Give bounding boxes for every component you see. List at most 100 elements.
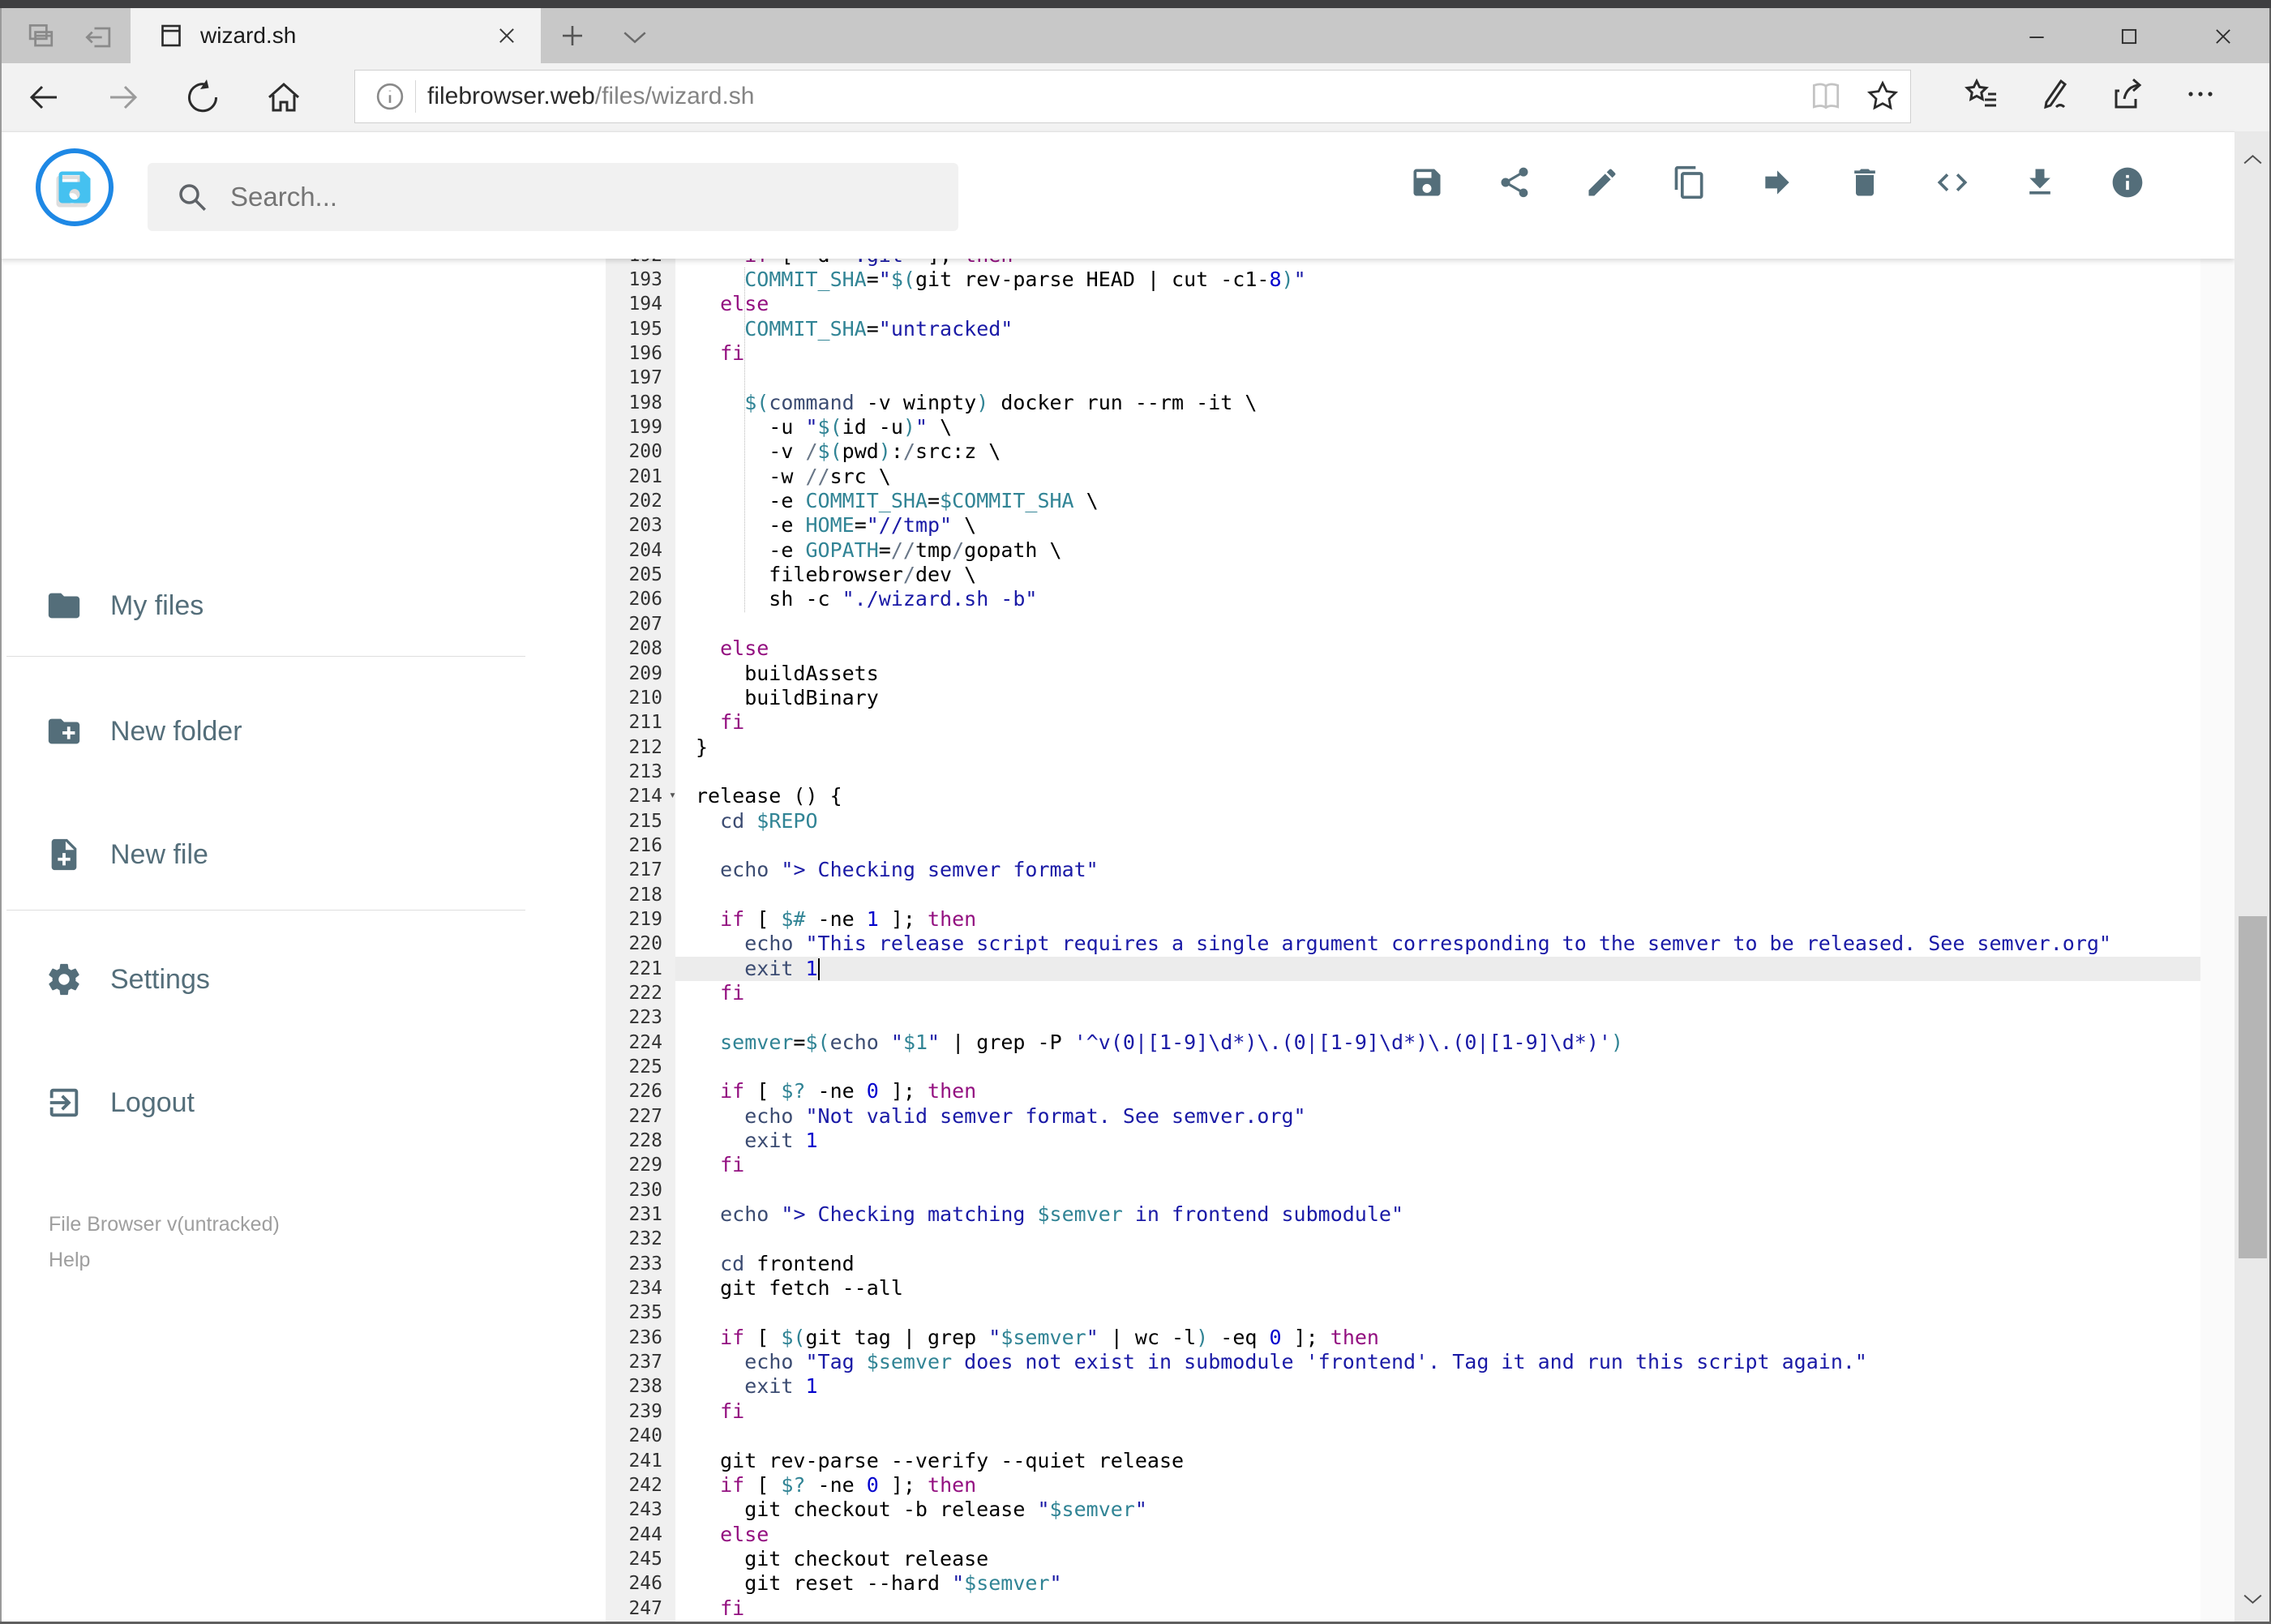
minimize-button[interactable] xyxy=(2012,15,2061,58)
code-text[interactable]: -e COMMIT_SHA=$COMMIT_SHA \ xyxy=(675,489,2200,513)
code-line-236[interactable]: 236 if [ $(git tag | grep "$semver" | wc… xyxy=(606,1326,2200,1350)
code-text[interactable]: fi xyxy=(675,1399,2200,1424)
reading-view-icon[interactable] xyxy=(1808,79,1844,114)
code-line-202[interactable]: 202 -e COMMIT_SHA=$COMMIT_SHA \ xyxy=(606,489,2200,513)
code-line-245[interactable]: 245 git checkout release xyxy=(606,1547,2200,1571)
sidebar-item-settings[interactable]: Settings xyxy=(0,953,568,1005)
code-text[interactable] xyxy=(675,1424,2200,1448)
code-text[interactable]: -v /$(pwd):/src:z \ xyxy=(675,439,2200,464)
hub-favorites-icon[interactable] xyxy=(1962,75,2001,114)
forward-icon[interactable] xyxy=(104,78,143,117)
code-text[interactable]: exit 1 xyxy=(675,1374,2200,1399)
code-text[interactable]: fi xyxy=(675,1596,2200,1621)
code-line-227[interactable]: 227 echo "Not valid semver format. See s… xyxy=(606,1104,2200,1129)
code-line-225[interactable]: 225 xyxy=(606,1055,2200,1079)
code-text[interactable] xyxy=(675,1300,2200,1325)
code-line-229[interactable]: 229 fi xyxy=(606,1153,2200,1177)
site-info-icon[interactable] xyxy=(373,79,407,114)
code-text[interactable] xyxy=(675,1055,2200,1079)
code-text[interactable]: if [ -d ".git" ]; then xyxy=(675,258,2200,268)
code-text[interactable]: semver=$(echo "$1" | grep -P '^v(0|[1-9]… xyxy=(675,1031,2200,1055)
code-line-224[interactable]: 224 semver=$(echo "$1" | grep -P '^v(0|[… xyxy=(606,1031,2200,1055)
code-line-246[interactable]: 246 git reset --hard "$semver" xyxy=(606,1571,2200,1596)
code-line-204[interactable]: 204 -e GOPATH=//tmp/gopath \ xyxy=(606,538,2200,563)
help-link[interactable]: Help xyxy=(49,1249,90,1272)
code-text[interactable]: echo "> Checking semver format" xyxy=(675,858,2200,882)
code-text[interactable]: echo "Not valid semver format. See semve… xyxy=(675,1104,2200,1129)
code-text[interactable]: else xyxy=(675,292,2200,316)
code-text[interactable]: git checkout -b release "$semver" xyxy=(675,1498,2200,1522)
code-text[interactable]: buildAssets xyxy=(675,662,2200,686)
code-line-220[interactable]: 220 echo "This release script requires a… xyxy=(606,932,2200,956)
code-line-205[interactable]: 205 filebrowser/dev \ xyxy=(606,563,2200,587)
code-line-247[interactable]: 247 fi xyxy=(606,1596,2200,1621)
code-text[interactable]: fi xyxy=(675,981,2200,1005)
code-line-243[interactable]: 243 git checkout -b release "$semver" xyxy=(606,1498,2200,1522)
code-line-195[interactable]: 195 COMMIT_SHA="untracked" xyxy=(606,317,2200,341)
sidebar-item-my-files[interactable]: My files xyxy=(0,580,568,632)
back-icon[interactable] xyxy=(24,78,63,117)
code-line-233[interactable]: 233 cd frontend xyxy=(606,1252,2200,1276)
code-text[interactable]: COMMIT_SHA="$(git rev-parse HEAD | cut -… xyxy=(675,268,2200,292)
browser-tab-wizard-sh[interactable]: wizard.sh xyxy=(131,8,541,63)
code-line-215[interactable]: 215 cd $REPO xyxy=(606,809,2200,833)
copy-button[interactable] xyxy=(1672,165,1708,200)
search-box[interactable] xyxy=(148,163,958,231)
info-button[interactable] xyxy=(2110,165,2145,200)
code-text[interactable]: git reset --hard "$semver" xyxy=(675,1571,2200,1596)
code-line-206[interactable]: 206 sh -c "./wizard.sh -b" xyxy=(606,587,2200,611)
scroll-up-icon[interactable] xyxy=(2240,148,2265,173)
code-line-210[interactable]: 210 buildBinary xyxy=(606,686,2200,710)
tabs-set-aside-icon[interactable] xyxy=(81,19,117,55)
code-text[interactable]: fi xyxy=(675,1153,2200,1177)
code-line-235[interactable]: 235 xyxy=(606,1300,2200,1325)
code-line-226[interactable]: 226 if [ $? -ne 0 ]; then xyxy=(606,1079,2200,1103)
code-text[interactable] xyxy=(675,833,2200,858)
code-text[interactable]: else xyxy=(675,1523,2200,1547)
file-browser-logo[interactable] xyxy=(36,148,114,226)
close-tab-icon[interactable] xyxy=(495,24,518,47)
code-editor[interactable]: 192 if [ -d ".git" ]; then193 COMMIT_SHA… xyxy=(606,258,2200,1624)
code-text[interactable]: git fetch --all xyxy=(675,1276,2200,1300)
code-text[interactable]: exit 1 xyxy=(675,956,2200,981)
code-line-238[interactable]: 238 exit 1 xyxy=(606,1374,2200,1399)
download-button[interactable] xyxy=(2022,165,2058,200)
code-line-237[interactable]: 237 echo "Tag $semver does not exist in … xyxy=(606,1350,2200,1374)
code-line-222[interactable]: 222 fi xyxy=(606,981,2200,1005)
code-line-212[interactable]: 212} xyxy=(606,735,2200,760)
code-text[interactable]: -u "$(id -u)" \ xyxy=(675,415,2200,439)
code-line-197[interactable]: 197 xyxy=(606,366,2200,390)
code-text[interactable]: if [ $? -ne 0 ]; then xyxy=(675,1473,2200,1498)
code-text[interactable]: else xyxy=(675,636,2200,661)
code-line-193[interactable]: 193 COMMIT_SHA="$(git rev-parse HEAD | c… xyxy=(606,268,2200,292)
code-text[interactable] xyxy=(675,366,2200,390)
code-text[interactable]: if [ $? -ne 0 ]; then xyxy=(675,1079,2200,1103)
code-line-214[interactable]: 214 ▾ release () { xyxy=(606,784,2200,808)
code-line-207[interactable]: 207 xyxy=(606,612,2200,636)
code-line-213[interactable]: 213 xyxy=(606,760,2200,784)
code-text[interactable]: } xyxy=(675,735,2200,760)
code-text[interactable] xyxy=(675,883,2200,907)
code-line-234[interactable]: 234 git fetch --all xyxy=(606,1276,2200,1300)
code-text[interactable]: echo "This release script requires a sin… xyxy=(675,932,2200,956)
set-tabs-aside-icon[interactable] xyxy=(23,19,58,55)
code-line-211[interactable]: 211 fi xyxy=(606,710,2200,735)
code-line-203[interactable]: 203 -e HOME="//tmp" \ xyxy=(606,513,2200,538)
code-text[interactable] xyxy=(675,760,2200,784)
code-line-228[interactable]: 228 exit 1 xyxy=(606,1129,2200,1153)
home-icon[interactable] xyxy=(264,78,303,117)
code-text[interactable]: cd $REPO xyxy=(675,809,2200,833)
code-line-232[interactable]: 232 xyxy=(606,1227,2200,1251)
code-line-216[interactable]: 216 xyxy=(606,833,2200,858)
code-line-217[interactable]: 217 echo "> Checking semver format" xyxy=(606,858,2200,882)
code-text[interactable]: fi xyxy=(675,710,2200,735)
code-line-199[interactable]: 199 -u "$(id -u)" \ xyxy=(606,415,2200,439)
code-text[interactable]: -e HOME="//tmp" \ xyxy=(675,513,2200,538)
favorite-star-icon[interactable] xyxy=(1865,79,1900,114)
code-text[interactable]: -w //src \ xyxy=(675,465,2200,489)
share-button[interactable] xyxy=(1497,165,1532,200)
more-ellipsis-icon[interactable] xyxy=(2181,75,2220,114)
code-line-221[interactable]: 221 exit 1 xyxy=(606,956,2200,981)
code-line-240[interactable]: 240 xyxy=(606,1424,2200,1448)
sidebar-item-new-folder[interactable]: New folder xyxy=(0,705,568,757)
